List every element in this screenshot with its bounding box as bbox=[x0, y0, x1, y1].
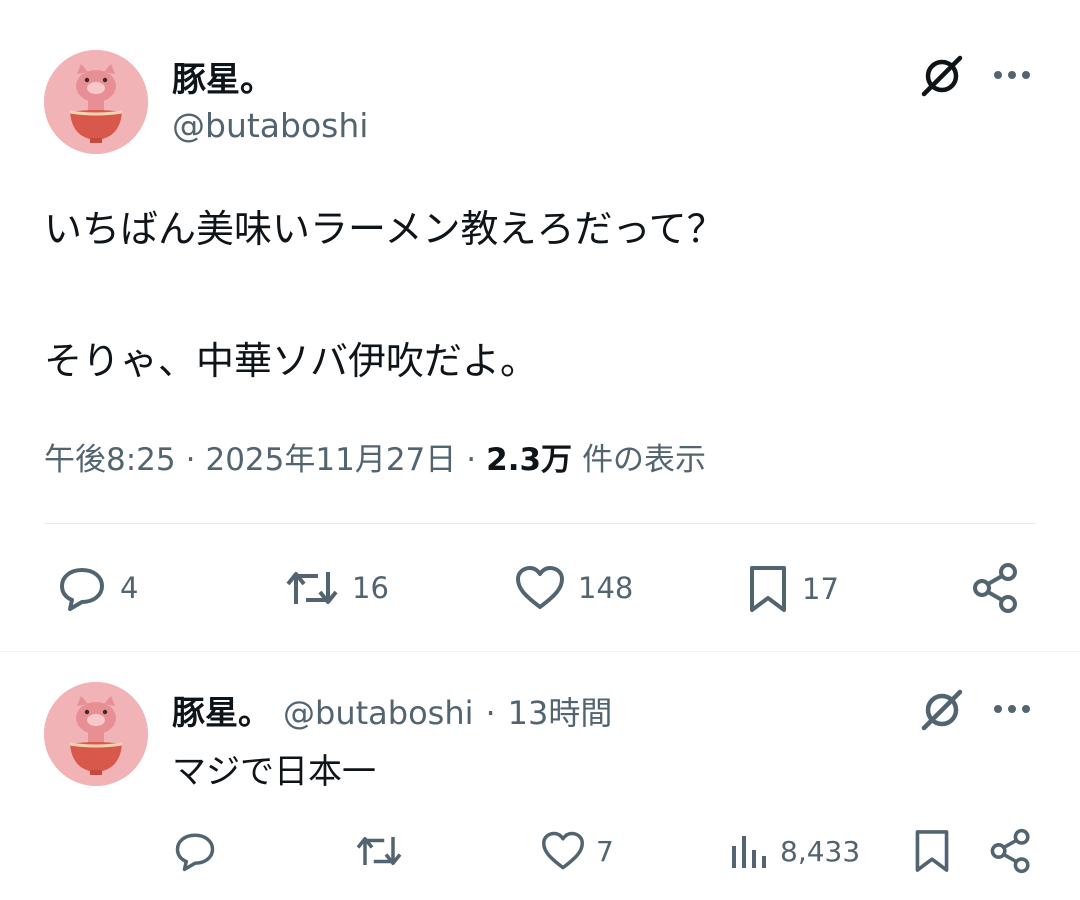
share-icon[interactable] bbox=[988, 828, 1034, 874]
like-button[interactable]: 148 bbox=[514, 564, 633, 612]
avatar-image bbox=[44, 682, 148, 786]
author-name[interactable]: 豚星。 bbox=[172, 686, 271, 734]
views-count: 8,433 bbox=[780, 834, 861, 868]
repost-button[interactable]: 16 bbox=[284, 564, 389, 612]
reply-count: 4 bbox=[120, 571, 139, 605]
author-name[interactable]: 豚星。 bbox=[172, 52, 274, 101]
repost-arrows-icon[interactable] bbox=[354, 830, 404, 872]
bookmark-count: 17 bbox=[802, 572, 839, 606]
avatar[interactable] bbox=[44, 50, 148, 154]
more-dots-icon[interactable] bbox=[990, 60, 1034, 90]
post-date[interactable]: 2025年11月27日 bbox=[205, 434, 456, 479]
views-button[interactable]: 8,433 bbox=[728, 830, 860, 872]
grok-slash-circle-icon[interactable] bbox=[918, 52, 966, 100]
divider bbox=[44, 523, 1036, 524]
reply-text: マジで日本一 bbox=[172, 752, 376, 792]
meta-separator: · bbox=[485, 694, 496, 732]
reply-bubble-icon bbox=[60, 568, 104, 611]
avatar[interactable] bbox=[44, 682, 148, 786]
post-time[interactable]: 午後8:25 bbox=[44, 434, 176, 479]
bookmark-icon[interactable] bbox=[912, 828, 952, 874]
heart-icon bbox=[542, 831, 584, 870]
like-count: 148 bbox=[578, 571, 634, 605]
views-label[interactable]: 件の表示 bbox=[582, 434, 706, 479]
like-count: 7 bbox=[596, 834, 614, 868]
bookmark-icon bbox=[750, 566, 786, 612]
heart-icon bbox=[516, 566, 564, 609]
author-handle[interactable]: @butaboshi bbox=[283, 694, 473, 732]
reply-time[interactable]: 13時間 bbox=[508, 688, 613, 734]
reply-button[interactable]: 4 bbox=[56, 564, 138, 612]
reply-header: 豚星。 @butaboshi · 13時間 bbox=[172, 686, 612, 734]
grok-slash-circle-icon[interactable] bbox=[918, 686, 966, 734]
divider bbox=[0, 651, 1080, 652]
post-meta: 午後8:25 · 2025年11月27日 · 2.3万 件の表示 bbox=[44, 434, 706, 479]
views-count[interactable]: 2.3万 bbox=[486, 434, 572, 479]
repost-arrows-icon bbox=[286, 572, 338, 604]
share-icon[interactable] bbox=[970, 562, 1022, 614]
meta-separator: · bbox=[185, 442, 196, 478]
post-text-line-2: そりゃ、中華ソバ伊吹だよ。 bbox=[44, 339, 539, 383]
author-handle[interactable]: @butaboshi bbox=[172, 106, 368, 145]
repost-count: 16 bbox=[352, 571, 389, 605]
avatar-image bbox=[44, 50, 148, 154]
more-dots-icon[interactable] bbox=[990, 694, 1034, 724]
meta-separator: · bbox=[466, 442, 477, 478]
like-button[interactable]: 7 bbox=[540, 830, 614, 872]
bookmark-button[interactable]: 17 bbox=[746, 564, 839, 614]
views-bars-icon bbox=[732, 836, 766, 868]
reply-bubble-icon[interactable] bbox=[172, 830, 218, 872]
post-text-line-1: いちばん美味いラーメン教えろだって？ bbox=[44, 207, 725, 251]
